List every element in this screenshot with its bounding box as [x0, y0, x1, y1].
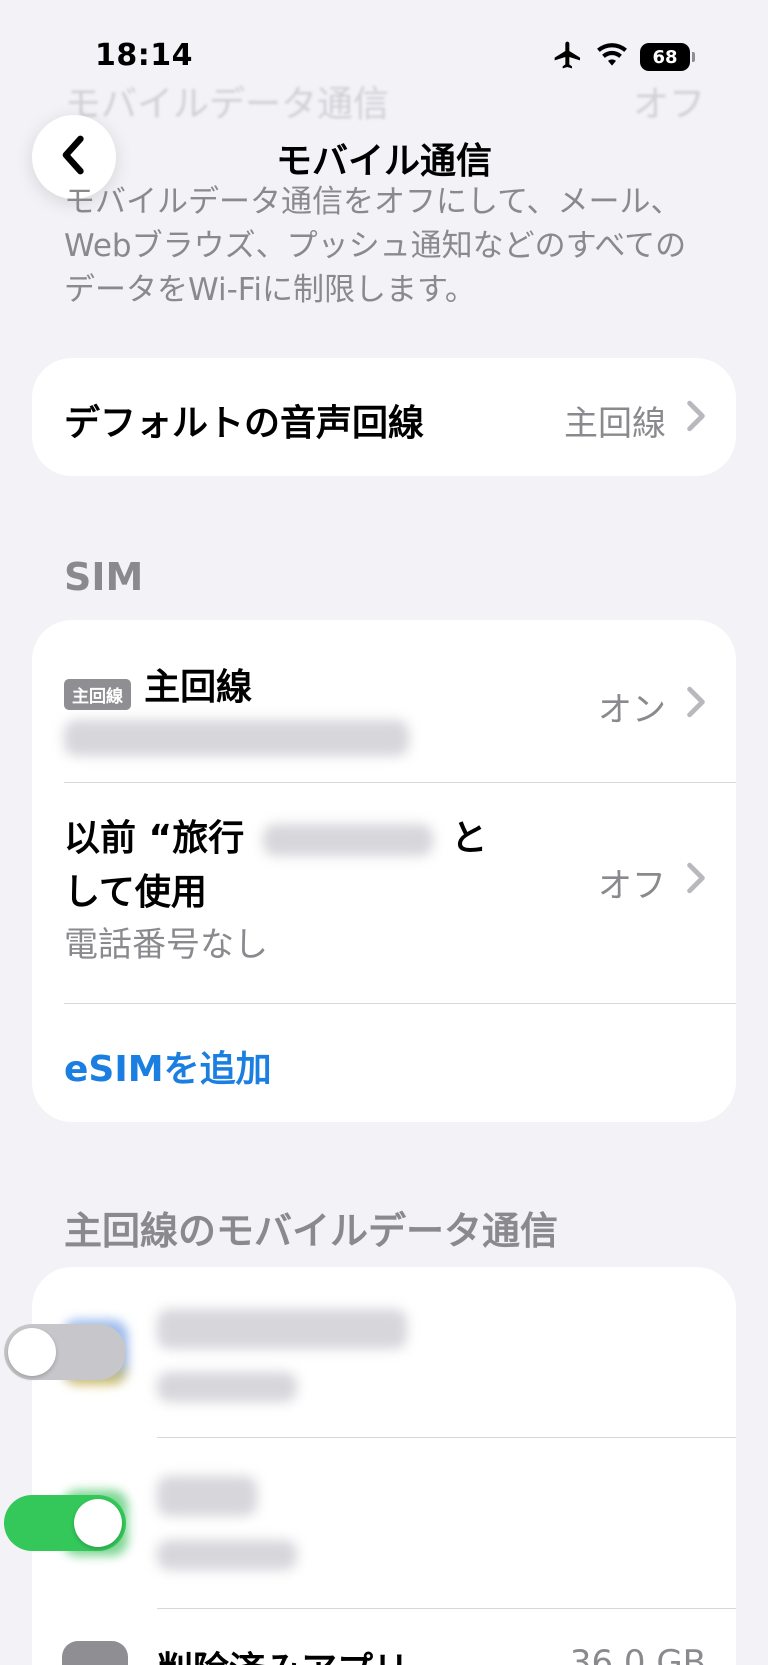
sim-primary-row[interactable]: 主回線 主回線 オン: [32, 620, 736, 782]
sim-travel-label-suffix: と: [451, 818, 488, 859]
sim-travel-value: オフ: [598, 866, 666, 906]
page-title: モバイル通信: [275, 141, 492, 182]
status-time: 18:14: [95, 38, 193, 73]
sim-travel-row[interactable]: 以前 “旅行 と して使用 電話番号なし オフ: [32, 783, 736, 1003]
mobile-data-value: オフ: [632, 84, 705, 125]
chevron-right-icon: [686, 400, 706, 436]
app-usage-redacted: [157, 1372, 297, 1402]
default-voice-line-label: デフォルトの音声回線: [64, 403, 425, 444]
sim-travel-label-line1: 以前 “旅行 と: [64, 809, 487, 861]
battery-icon: 68: [640, 43, 695, 71]
sim-card: 主回線 主回線 オン 以前 “旅行 と して使用 電話番号なし オフ eSIMを…: [32, 620, 736, 1122]
data-section-header: 主回線のモバイルデータ通信: [64, 1209, 559, 1253]
deleted-apps-icon: [62, 1641, 128, 1665]
chevron-right-icon: [686, 862, 706, 898]
sim-travel-label-prefix: 以前 “旅行: [64, 818, 245, 859]
mobile-data-row-faded: モバイルデータ通信 オフ: [65, 75, 705, 127]
divider: [64, 1003, 736, 1004]
mobile-data-description: モバイルデータ通信をオフにして、メール、Webブラウズ、プッシュ通知などのすべて…: [64, 184, 687, 308]
mobile-data-label: モバイルデータ通信: [65, 84, 390, 125]
wifi-icon: [596, 42, 628, 72]
app-data-toggle[interactable]: [4, 1495, 126, 1551]
redacted-text: [262, 824, 433, 856]
toggle-knob: [8, 1328, 56, 1376]
app-data-row: [4, 1267, 736, 1437]
toggle-knob: [74, 1499, 122, 1547]
status-icons: 68: [552, 40, 702, 74]
data-usage-card: 削除済みアプリ 36.0 GB: [4, 1267, 736, 1665]
sim-primary-label: 主回線: [144, 667, 253, 708]
default-voice-line-value: 主回線: [564, 404, 666, 444]
default-voice-line-row[interactable]: デフォルトの音声回線 主回線: [32, 358, 736, 476]
deleted-apps-label: 削除済みアプリ: [157, 1641, 409, 1665]
app-usage-redacted: [157, 1540, 297, 1570]
sim-travel-label-line2: して使用: [64, 872, 207, 913]
airplane-icon: [552, 39, 584, 75]
sim-primary-value: オン: [598, 690, 666, 730]
add-esim-button[interactable]: eSIMを追加: [64, 1040, 272, 1092]
sim-primary-title: 主回線 主回線: [64, 658, 252, 710]
deleted-apps-value: 36.0 GB: [569, 1643, 706, 1665]
phone-number-redacted: [64, 720, 409, 756]
app-data-row: [4, 1438, 736, 1608]
sim-section-header: SIM: [64, 555, 144, 599]
app-data-toggle[interactable]: [4, 1324, 126, 1380]
app-name-redacted: [157, 1309, 407, 1349]
sim-tag-badge: 主回線: [64, 679, 131, 710]
deleted-apps-row[interactable]: 削除済みアプリ 36.0 GB: [32, 1609, 736, 1665]
sim-travel-subtitle: 電話番号なし: [64, 925, 268, 965]
chevron-right-icon: [686, 686, 706, 722]
app-name-redacted: [157, 1476, 257, 1516]
